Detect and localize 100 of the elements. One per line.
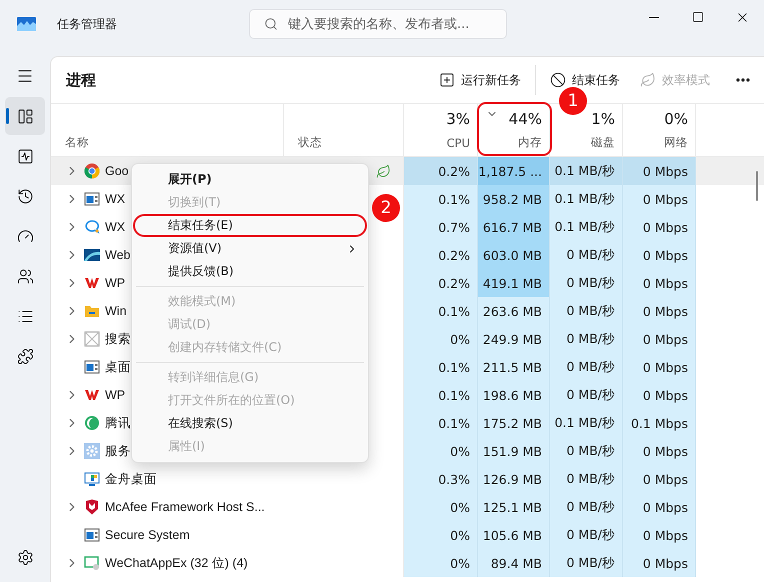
table-cell: 0 MB/秒 [550,381,623,409]
table-cell: 0 Mbps [623,465,696,493]
table-cell: 0.3% [404,465,478,493]
table-cell: 0 MB/秒 [550,325,623,353]
menu-item[interactable]: 在线搜索(S) [132,412,368,435]
crossed-box-icon [84,331,100,347]
table-cell: 419.1 MB [478,269,550,297]
column-percent: 3% [446,110,470,128]
table-cell: 0.1% [404,185,478,213]
table-cell: 603.0 MB [478,241,550,269]
table-cell: 211.5 MB [478,353,550,381]
table-cell: 89.4 MB [478,549,550,577]
table-cell: 0 Mbps [623,493,696,521]
table-cell: 0.1 MB/秒 [550,157,623,185]
wave-app-icon [84,247,100,263]
swirl-circle-icon [84,415,100,431]
processes-icon [16,108,34,124]
table-cell: 0.1% [404,409,478,437]
window-icon [84,359,100,375]
table-cell: 0.1% [404,297,478,325]
table-cell: 0 MB/秒 [550,549,623,577]
table-cell: 0 Mbps [623,241,696,269]
process-name: 服务 [105,442,131,460]
table-cell: 0.1 MB/秒 [550,409,623,437]
table-cell: 0 MB/秒 [550,521,623,549]
column-header[interactable]: 名称 [65,135,276,150]
process-name: WX [105,220,126,234]
process-name: 金舟桌面 [105,470,157,488]
process-name: Win [105,304,127,318]
maximize-icon [692,11,704,23]
selection-indicator [6,108,9,124]
window-title: 任务管理器 [57,16,118,32]
window-icon [84,191,100,207]
nav-button[interactable] [5,97,45,135]
table-cell: 263.6 MB [478,297,550,325]
process-name: Secure System [105,528,190,542]
table-cell: 0 Mbps [623,297,696,325]
menu-item[interactable]: 结束任务(E) [133,214,367,237]
table-cell: 0.1 MB/秒 [550,213,623,241]
scrollbar-thumb[interactable] [756,171,758,201]
process-name: WP [105,388,126,402]
column-percent: 44% [508,110,542,128]
zigzag-app-icon [84,387,100,403]
table-cell: 0 Mbps [623,157,696,185]
settings-icon [16,548,34,566]
app-logo-icon [17,17,36,31]
process-name: 桌面 [105,358,131,376]
column-percent: 1% [591,110,615,128]
table-cell: 0.2% [404,157,478,185]
circle-app-icon [84,163,100,179]
column-header[interactable]: 内存 [518,135,542,150]
table-cell: 0 Mbps [623,213,696,241]
table-cell: 0% [404,521,478,549]
table-cell: 1,187.5 ... [478,157,550,185]
table-cell: 175.2 MB [478,409,550,437]
column-percent: 0% [664,110,688,128]
window-app-icon [84,555,100,571]
puzzle-icon [16,348,34,364]
process-name: McAfee Framework Host S... [105,500,265,514]
users-icon [16,268,34,284]
table-cell: 616.7 MB [478,213,550,241]
monitor-icon [84,471,100,487]
column-header[interactable]: CPU [446,136,470,150]
column-header[interactable]: 网络 [664,135,688,150]
process-name: 搜索 [105,330,131,348]
ban-icon [550,72,566,88]
table-cell: 249.9 MB [478,325,550,353]
table-cell: 0 Mbps [623,437,696,465]
table-cell: 126.9 MB [478,465,550,493]
table-cell: 0.1 Mbps [623,409,696,437]
window-icon [84,527,100,543]
table-cell: 0 Mbps [623,269,696,297]
activity-icon [16,148,34,164]
table-cell: 0 MB/秒 [550,241,623,269]
table-cell: 0 Mbps [623,185,696,213]
history-icon [16,188,34,204]
search-field[interactable]: 键入要搜索的名称、发布者或... [249,9,507,39]
table-cell: 0% [404,437,478,465]
gauge-icon [16,228,34,244]
folder-icon [84,303,100,319]
table-cell: 0 MB/秒 [550,297,623,325]
leaf-icon [640,72,656,88]
table-cell: 0.7% [404,213,478,241]
chat-bubble-icon [84,219,100,235]
minimize-icon [649,16,659,18]
more-icon [736,78,750,82]
table-cell: 0% [404,325,478,353]
column-header[interactable]: 磁盘 [591,135,615,150]
process-name: Web [105,248,130,262]
table-cell: 0 Mbps [623,521,696,549]
table-cell: 105.6 MB [478,521,550,549]
process-name: WP [105,276,126,290]
table-cell: 0 MB/秒 [550,437,623,465]
table-cell: 0.1% [404,381,478,409]
table-cell: 0.1% [404,353,478,381]
toolbar-button[interactable]: 运行新任务 [429,64,531,96]
table-cell: 0% [404,549,478,577]
process-name: WeChatAppEx (32 位) (4) [105,554,248,572]
column-header[interactable]: 状态 [298,135,396,150]
process-name: Goo [105,164,129,178]
